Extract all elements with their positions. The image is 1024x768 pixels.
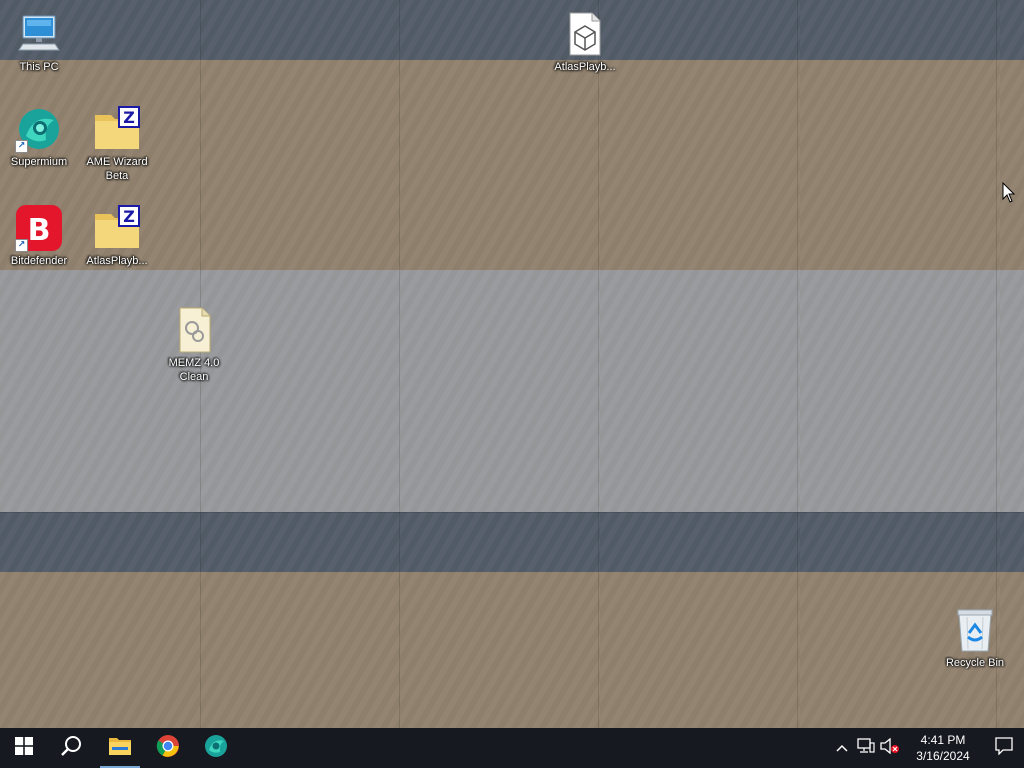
tray-network-button[interactable] <box>854 728 878 768</box>
clock-date: 3/16/2024 <box>916 749 970 763</box>
bitdefender-icon: B ↗ <box>15 204 63 252</box>
desktop-icon-ame-wizard[interactable]: Z AME Wizard Beta <box>79 105 155 183</box>
wallpaper-tile-seam <box>797 0 798 728</box>
system-tray: 4:41 PM 3/16/2024 <box>830 728 1024 768</box>
desktop-icon-supermium[interactable]: ↗ Supermium <box>1 105 77 169</box>
search-icon <box>61 735 83 762</box>
shortcut-arrow-icon: ↗ <box>15 239 28 252</box>
action-center-button[interactable] <box>984 728 1024 768</box>
playbook-file-icon <box>561 10 609 58</box>
chrome-icon <box>156 734 180 763</box>
desktop-icon-atlas-folder[interactable]: Z AtlasPlayb... <box>79 204 155 268</box>
desktop-icon-label: Supermium <box>10 156 68 168</box>
supermium-icon <box>204 734 228 763</box>
svg-text:Z: Z <box>123 108 135 127</box>
svg-text:Z: Z <box>123 207 135 226</box>
desktop-icon-label: AME Wizard Beta <box>86 156 148 182</box>
tray-overflow-button[interactable] <box>830 728 854 768</box>
desktop-icon-memz[interactable]: MEMZ 4.0 Clean <box>156 306 232 384</box>
desktop-icon-label: AtlasPlayb... <box>86 255 148 267</box>
desktop-icon-atlas-file[interactable]: AtlasPlayb... <box>547 10 623 74</box>
desktop-icon-label: This PC <box>19 61 59 73</box>
mouse-cursor-icon <box>1002 181 1016 209</box>
start-button[interactable] <box>0 728 48 768</box>
taskbar-chrome[interactable] <box>144 728 192 768</box>
shortcut-arrow-icon: ↗ <box>15 140 28 153</box>
desktop-icon-this-pc[interactable]: This PC <box>1 10 77 74</box>
notification-icon <box>995 736 1013 760</box>
supermium-icon: ↗ <box>15 105 63 153</box>
desktop-icon-label: Recycle Bin <box>945 657 1005 669</box>
taskbar-supermium[interactable] <box>192 728 240 768</box>
windows-logo-icon <box>15 736 33 760</box>
wallpaper-tile-seam <box>0 512 1024 513</box>
desktop-icon-bitdefender[interactable]: B ↗ Bitdefender <box>1 204 77 268</box>
zip-folder-icon: Z <box>93 204 141 252</box>
desktop[interactable]: This PC ↗ Supermium Z AME Wizard Beta B … <box>0 0 1024 728</box>
zip-archive-icon <box>170 306 218 354</box>
svg-text:B: B <box>28 213 51 248</box>
computer-icon <box>15 10 63 58</box>
wallpaper-tile-seam <box>399 0 400 728</box>
clock-time: 4:41 PM <box>920 733 966 747</box>
taskbar: 4:41 PM 3/16/2024 <box>0 728 1024 768</box>
chevron-up-icon <box>836 739 848 757</box>
taskbar-file-explorer[interactable] <box>96 728 144 768</box>
taskbar-clock[interactable]: 4:41 PM 3/16/2024 <box>902 728 984 768</box>
wallpaper-tile-seam <box>598 0 599 728</box>
volume-muted-icon <box>880 737 900 759</box>
desktop-icon-label: MEMZ 4.0 Clean <box>168 357 220 383</box>
zip-folder-icon: Z <box>93 105 141 153</box>
network-icon <box>857 737 875 759</box>
tray-volume-button[interactable] <box>878 728 902 768</box>
search-button[interactable] <box>48 728 96 768</box>
recycle-bin-icon <box>951 606 999 654</box>
desktop-icon-label: Bitdefender <box>10 255 68 267</box>
desktop-icon-recycle-bin[interactable]: Recycle Bin <box>937 606 1013 670</box>
desktop-icon-label: AtlasPlayb... <box>554 61 616 73</box>
folder-icon <box>108 736 132 761</box>
